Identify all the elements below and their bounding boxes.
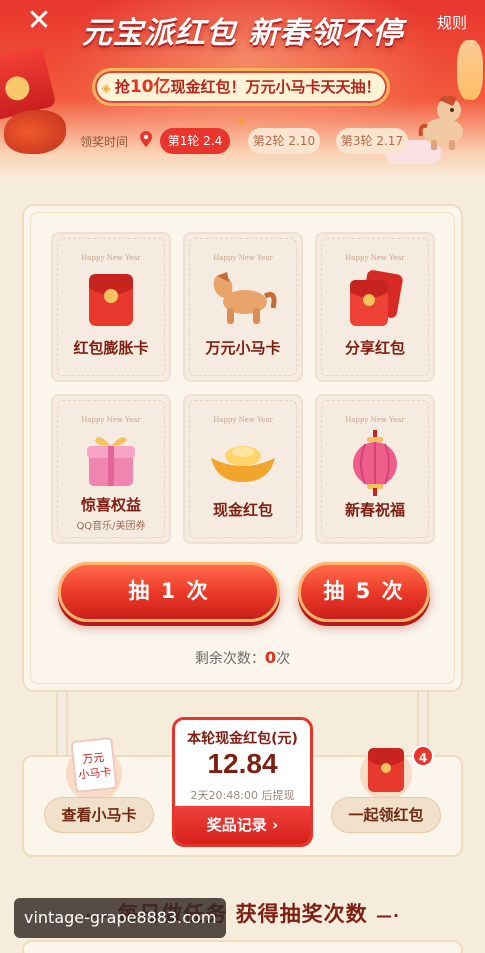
collect-together-button[interactable]: 一起领红包: [331, 797, 441, 833]
pony-card-illustration[interactable]: 万元 小马卡: [62, 734, 126, 802]
award-time-label: 领奖时间: [80, 135, 129, 149]
red-envelopes-icon: [350, 270, 403, 326]
card-caption: Happy New Year: [345, 416, 405, 424]
round-chip-3[interactable]: 第3轮 2.17: [336, 128, 408, 154]
award-time-row: 领奖时间 第1轮 2.4 第2轮 2.10 第3轮 2.17: [0, 124, 485, 158]
title-dash-right: —·: [375, 906, 401, 925]
prize-records-button[interactable]: 奖品记录 ›: [175, 806, 310, 844]
card-caption: Happy New Year: [213, 416, 273, 424]
remaining-unit: 次: [276, 651, 291, 667]
rules-link[interactable]: 规则: [437, 12, 467, 33]
chevron-right-icon: ›: [272, 816, 279, 834]
card-caption: Happy New Year: [81, 254, 141, 262]
red-envelope-icon-wrap: [53, 268, 169, 334]
prize-label: 惊喜权益: [80, 496, 141, 514]
gold-ingot-icon: [211, 446, 275, 482]
withdraw-countdown: 2天20:48:00 后提现: [190, 789, 295, 802]
location-pin-icon: [140, 131, 152, 147]
red-envelopes-icon-wrap: [317, 268, 433, 334]
draw-once-button[interactable]: 抽 1 次: [58, 562, 280, 622]
prize-card-pony: Happy New Year 万元小马卡: [183, 232, 303, 382]
prize-label: 万元小马卡: [205, 339, 281, 357]
prize-card-surprise: Happy New Year 惊喜权益 QQ音乐/美团券: [51, 394, 171, 544]
card-caption: Happy New Year: [81, 416, 141, 424]
prize-records-label: 奖品记录: [206, 816, 267, 834]
lantern-icon-wrap: [317, 430, 433, 496]
prize-label: 新春祝福: [344, 501, 405, 519]
banner-highlight: 10亿: [129, 77, 171, 97]
banner-suffix: 现金红包！万元小马卡天天抽！: [170, 78, 381, 96]
round-cash-title: 本轮现金红包(元): [187, 731, 298, 747]
svg-text:万元: 万元: [82, 751, 105, 766]
collect-envelope-illustration[interactable]: [354, 740, 418, 800]
lantern-icon: [353, 430, 397, 496]
gold-ingot-icon-wrap: [185, 430, 301, 496]
page-title: 元宝派红包 新春领不停: [81, 16, 404, 51]
card-caption: Happy New Year: [345, 254, 405, 262]
red-envelope-stack-icon: [360, 748, 412, 800]
banner-ornament-left: ◈: [101, 81, 115, 95]
notification-badge: 4: [412, 745, 434, 767]
prize-card-cash: Happy New Year 现金红包: [183, 394, 303, 544]
prize-panel: Happy New Year 红包膨胀卡 Happy New Year 万元小马…: [22, 204, 463, 692]
round-chip-1[interactable]: 第1轮 2.4: [160, 128, 230, 154]
prize-sublabel: QQ音乐/美团券: [76, 521, 146, 532]
prize-label: 分享红包: [344, 339, 405, 357]
promo-banner: ◈ 抢10亿现金红包！万元小马卡天天抽！ ◈: [92, 68, 390, 128]
tasks-panel-top: [22, 940, 463, 953]
remaining-label: 剩余次数：: [194, 651, 265, 667]
view-pony-card-button[interactable]: 查看小马卡: [44, 797, 154, 833]
header-banner: ✕ 元宝派红包 新春领不停 规则 ◈ 抢10亿现金红包！万元小马卡天天抽！ ◈ …: [0, 0, 485, 180]
round-chip-2[interactable]: 第2轮 2.10: [248, 128, 320, 154]
pony-icon: [213, 272, 277, 324]
red-envelope-icon: [89, 274, 133, 326]
banner-prefix: 抢: [114, 78, 130, 96]
watermark-overlay: vintage-grape8883.com: [14, 898, 227, 938]
remaining-draws: 剩余次数：0次: [24, 648, 461, 668]
draw-five-button[interactable]: 抽 5 次: [298, 562, 430, 622]
pony-icon-wrap: [185, 268, 301, 334]
pony-card-icon: 万元 小马卡: [66, 737, 122, 802]
gift-box-icon: [87, 437, 135, 486]
prize-card-blessing: Happy New Year 新春祝福: [315, 394, 435, 544]
prize-card-expand: Happy New Year 红包膨胀卡: [51, 232, 171, 382]
prize-label: 现金红包: [212, 501, 273, 519]
card-caption: Happy New Year: [213, 254, 273, 262]
prize-card-share: Happy New Year 分享红包: [315, 232, 435, 382]
round-cash-amount: 12.84: [207, 748, 278, 779]
prize-label: 红包膨胀卡: [73, 339, 149, 357]
gift-box-icon-wrap: [53, 430, 169, 496]
round-cash-card: 本轮现金红包(元) 12.84 2天20:48:00 后提现 奖品记录 ›: [172, 717, 313, 847]
remaining-count: 0: [264, 648, 277, 667]
